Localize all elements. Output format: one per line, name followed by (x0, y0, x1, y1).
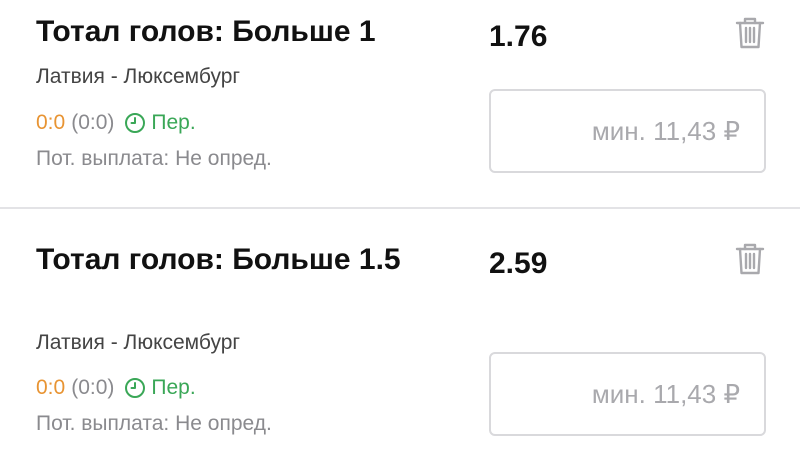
period-label: Пер. (151, 376, 196, 399)
trash-icon[interactable] (735, 242, 765, 276)
bet-coupon-list: Тотал голов: Больше 1 1.76 Латвия - Люкс… (0, 0, 800, 457)
current-score: 0:0 (36, 376, 66, 399)
clock-icon (124, 112, 146, 134)
potential-payout: Пот. выплата: Не опред. (36, 412, 272, 435)
potential-payout: Пот. выплата: Не опред. (36, 147, 272, 170)
stake-input[interactable] (489, 89, 766, 173)
bet-item: Тотал голов: Больше 1 1.76 Латвия - Люкс… (0, 0, 800, 208)
live-score-row: 0:0 (0:0) Пер. (36, 375, 196, 401)
period-label: Пер. (151, 111, 196, 134)
half-score: (0:0) (71, 376, 115, 399)
stake-input[interactable] (489, 352, 766, 436)
trash-icon[interactable] (735, 16, 765, 50)
market-title: Тотал голов: Больше 1.5 (36, 243, 401, 276)
current-score: 0:0 (36, 111, 66, 134)
bet-item: Тотал голов: Больше 1.5 2.59 Латвия - Лю… (0, 210, 800, 457)
market-title: Тотал голов: Больше 1 (36, 15, 376, 48)
half-score: (0:0) (71, 111, 115, 134)
odds-value: 2.59 (489, 247, 548, 280)
live-score-row: 0:0 (0:0) Пер. (36, 110, 196, 136)
event-name: Латвия - Люксембург (36, 331, 241, 354)
odds-value: 1.76 (489, 20, 548, 53)
event-name: Латвия - Люксембург (36, 65, 241, 88)
clock-icon (124, 377, 146, 399)
divider (0, 207, 800, 209)
